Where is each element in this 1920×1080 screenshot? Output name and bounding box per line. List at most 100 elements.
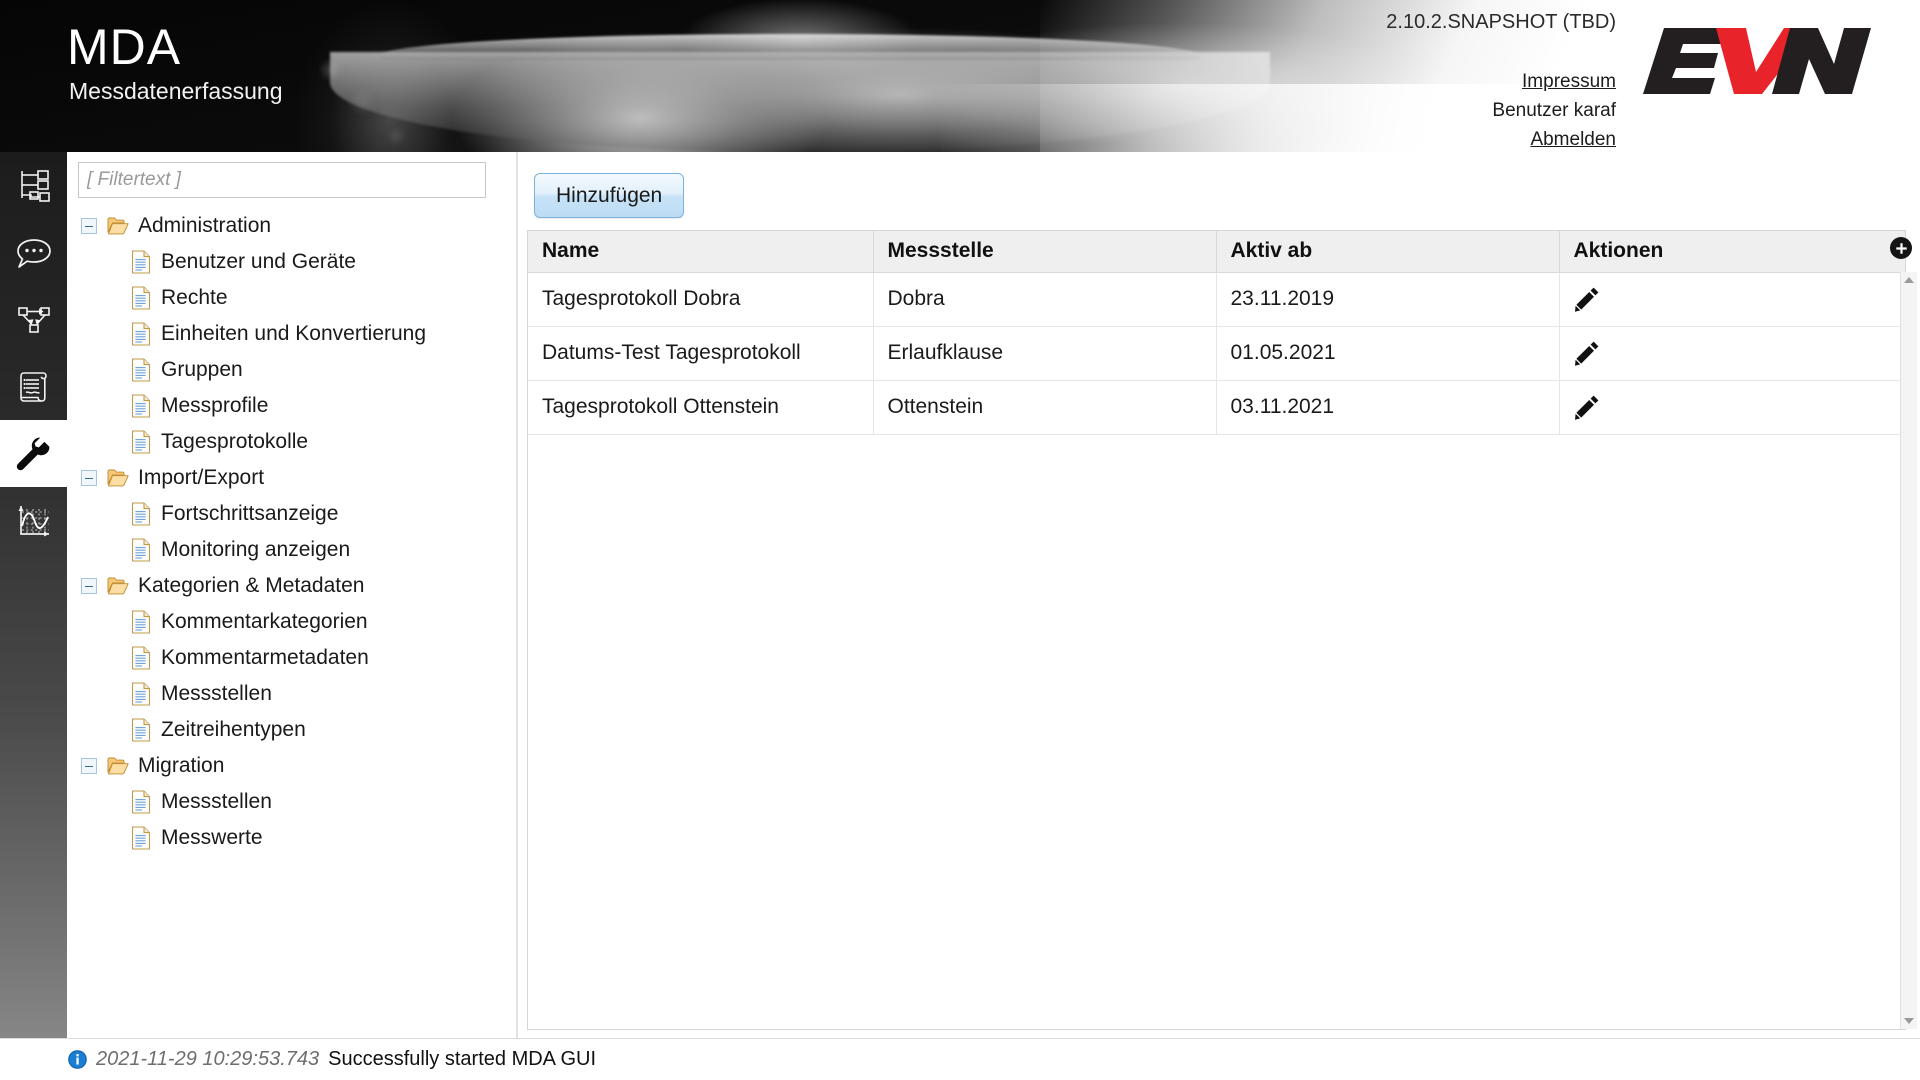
tree-label: Import/Export — [138, 466, 265, 489]
tree-toggle-migration[interactable] — [81, 758, 97, 774]
navigation-tree: Administration Benutzer und Geräte Rechte E… — [67, 208, 517, 856]
tree-label: Kommentarmetadaten — [161, 646, 369, 669]
column-header-aktiv-ab[interactable]: Aktiv ab — [1216, 231, 1560, 273]
tree-item-gruppen[interactable]: Gruppen — [67, 352, 517, 388]
tagesprotokolle-table: Name Messstelle Aktiv ab Aktionen Tagesp… — [528, 231, 1905, 435]
folder-open-icon — [107, 469, 129, 487]
tree-panel: Administration Benutzer und Geräte Rechte E… — [67, 152, 517, 1058]
tree-toggle-kategorien-metadaten[interactable] — [81, 578, 97, 594]
document-icon — [131, 502, 151, 526]
document-icon — [131, 646, 151, 670]
tree-item-messprofile[interactable]: Messprofile — [67, 388, 517, 424]
tree-toggle-administration[interactable] — [81, 218, 97, 234]
cell-aktionen — [1559, 380, 1905, 435]
tree-label: Messstellen — [161, 790, 272, 813]
rail-item-chart[interactable] — [0, 487, 67, 554]
tree-item-fortschrittsanzeige[interactable]: Fortschrittsanzeige — [67, 496, 517, 532]
chart-curve-icon — [18, 505, 49, 536]
table-row[interactable]: Tagesprotokoll Ottenstein Ottenstein 03.11… — [528, 380, 1905, 435]
add-button[interactable]: Hinzufügen — [534, 173, 685, 218]
table-header-row: Name Messstelle Aktiv ab Aktionen — [528, 231, 1905, 273]
filter-input[interactable] — [78, 162, 486, 198]
edit-pencil-icon[interactable] — [1574, 394, 1600, 420]
tree-label: Administration — [138, 214, 272, 237]
scroll-document-icon — [19, 371, 47, 402]
tree-item-kommentarmetadaten[interactable]: Kommentarmetadaten — [67, 640, 517, 676]
cell-aktionen — [1559, 272, 1905, 327]
app-header: MDA Messdatenerfassung 2.10.2.SNAPSHOT (… — [0, 0, 1920, 152]
tree-label: Benutzer und Geräte — [161, 250, 356, 273]
tree-folder-administration[interactable]: Administration — [67, 208, 517, 244]
rail-item-hierarchy-tree[interactable] — [0, 152, 67, 219]
document-icon — [131, 430, 151, 454]
tree-item-monitoring-anzeigen[interactable]: Monitoring anzeigen — [67, 532, 517, 568]
tree-label: Rechte — [161, 286, 228, 309]
logout-link[interactable]: Abmelden — [1492, 125, 1616, 152]
rail-item-administration[interactable] — [0, 420, 67, 487]
tree-item-messstellen[interactable]: Messstellen — [67, 784, 517, 820]
panel-splitter[interactable] — [516, 152, 1034, 1058]
status-timestamp: 2021-11-29 10:29:53.743 — [96, 1048, 320, 1070]
document-icon — [131, 322, 151, 346]
document-icon — [131, 826, 151, 850]
document-icon — [131, 358, 151, 382]
table-body: Tagesprotokoll Dobra Dobra 23.11.2019 Datum… — [528, 272, 1905, 435]
cell-messstelle: Dobra — [873, 272, 1217, 327]
document-icon — [131, 790, 151, 814]
app-title: MDA — [67, 19, 182, 75]
table-row[interactable]: Datums-Test Tagesprotokoll Erlaufklause 01… — [528, 326, 1905, 381]
tree-item-tagesprotokolle[interactable]: Tagesprotokolle — [67, 424, 517, 460]
tree-label: Zeitreihentypen — [161, 718, 306, 741]
tree-item-messstellen[interactable]: Messstellen — [67, 676, 517, 712]
table-row[interactable]: Tagesprotokoll Dobra Dobra 23.11.2019 — [528, 272, 1905, 327]
cell-name: Datums-Test Tagesprotokoll — [528, 326, 874, 381]
cell-messstelle: Erlaufklause — [873, 326, 1217, 381]
cell-aktiv-ab: 03.11.2021 — [1216, 380, 1560, 435]
scroll-up-arrow-icon[interactable] — [1904, 277, 1914, 283]
edit-pencil-icon[interactable] — [1574, 286, 1600, 312]
tree-label: Messprofile — [161, 394, 269, 417]
tree-item-messwerte[interactable]: Messwerte — [67, 820, 517, 856]
tree-item-benutzer-und-geräte[interactable]: Benutzer und Geräte — [67, 244, 517, 280]
scroll-down-arrow-icon[interactable] — [1904, 1018, 1914, 1024]
tree-item-rechte[interactable]: Rechte — [67, 280, 517, 316]
rail-item-workflow[interactable] — [0, 286, 67, 353]
app-subtitle: Messdatenerfassung — [69, 78, 283, 104]
plus-icon — [1895, 242, 1907, 254]
document-icon — [131, 250, 151, 274]
tree-label: Einheiten und Konvertierung — [161, 322, 427, 345]
tree-item-zeitreihentypen[interactable]: Zeitreihentypen — [67, 712, 517, 748]
rail-item-comments[interactable] — [0, 219, 67, 286]
folder-open-icon — [107, 577, 129, 595]
column-header-messstelle[interactable]: Messstelle — [873, 231, 1217, 273]
tree-folder-import-export[interactable]: Import/Export — [67, 460, 517, 496]
current-user-label: Benutzer karaf — [1492, 100, 1616, 121]
workflow-graph-icon — [17, 306, 50, 333]
tree-label: Migration — [138, 754, 225, 777]
impressum-link[interactable]: Impressum — [1492, 67, 1616, 96]
column-header-aktionen[interactable]: Aktionen — [1559, 231, 1905, 273]
icon-rail — [0, 152, 67, 1058]
cell-name: Tagesprotokoll Ottenstein — [528, 380, 874, 435]
column-header-name[interactable]: Name — [528, 231, 874, 273]
document-icon — [131, 610, 151, 634]
rail-item-protocol-scroll[interactable] — [0, 353, 67, 420]
document-icon — [131, 286, 151, 310]
cell-aktionen — [1559, 326, 1905, 381]
status-message: Successfully started MDA GUI — [328, 1048, 597, 1070]
tree-label: Kategorien & Metadaten — [138, 574, 365, 597]
tree-label: Tagesprotokolle — [161, 430, 309, 453]
tree-folder-migration[interactable]: Migration — [67, 748, 517, 784]
table-vertical-scrollbar[interactable] — [1900, 272, 1917, 1029]
tree-item-einheiten-und-konvertierung[interactable]: Einheiten und Konvertierung — [67, 316, 517, 352]
wrench-icon — [16, 437, 49, 470]
tree-folder-kategorien-metadaten[interactable]: Kategorien & Metadaten — [67, 568, 517, 604]
table-header: Name Messstelle Aktiv ab Aktionen — [528, 231, 1905, 273]
cell-aktiv-ab: 01.05.2021 — [1216, 326, 1560, 381]
document-icon — [131, 682, 151, 706]
edit-pencil-icon[interactable] — [1574, 340, 1600, 366]
tree-toggle-import-export[interactable] — [81, 470, 97, 486]
document-icon — [131, 394, 151, 418]
tree-item-kommentarkategorien[interactable]: Kommentarkategorien — [67, 604, 517, 640]
column-config-button[interactable] — [1890, 237, 1912, 259]
